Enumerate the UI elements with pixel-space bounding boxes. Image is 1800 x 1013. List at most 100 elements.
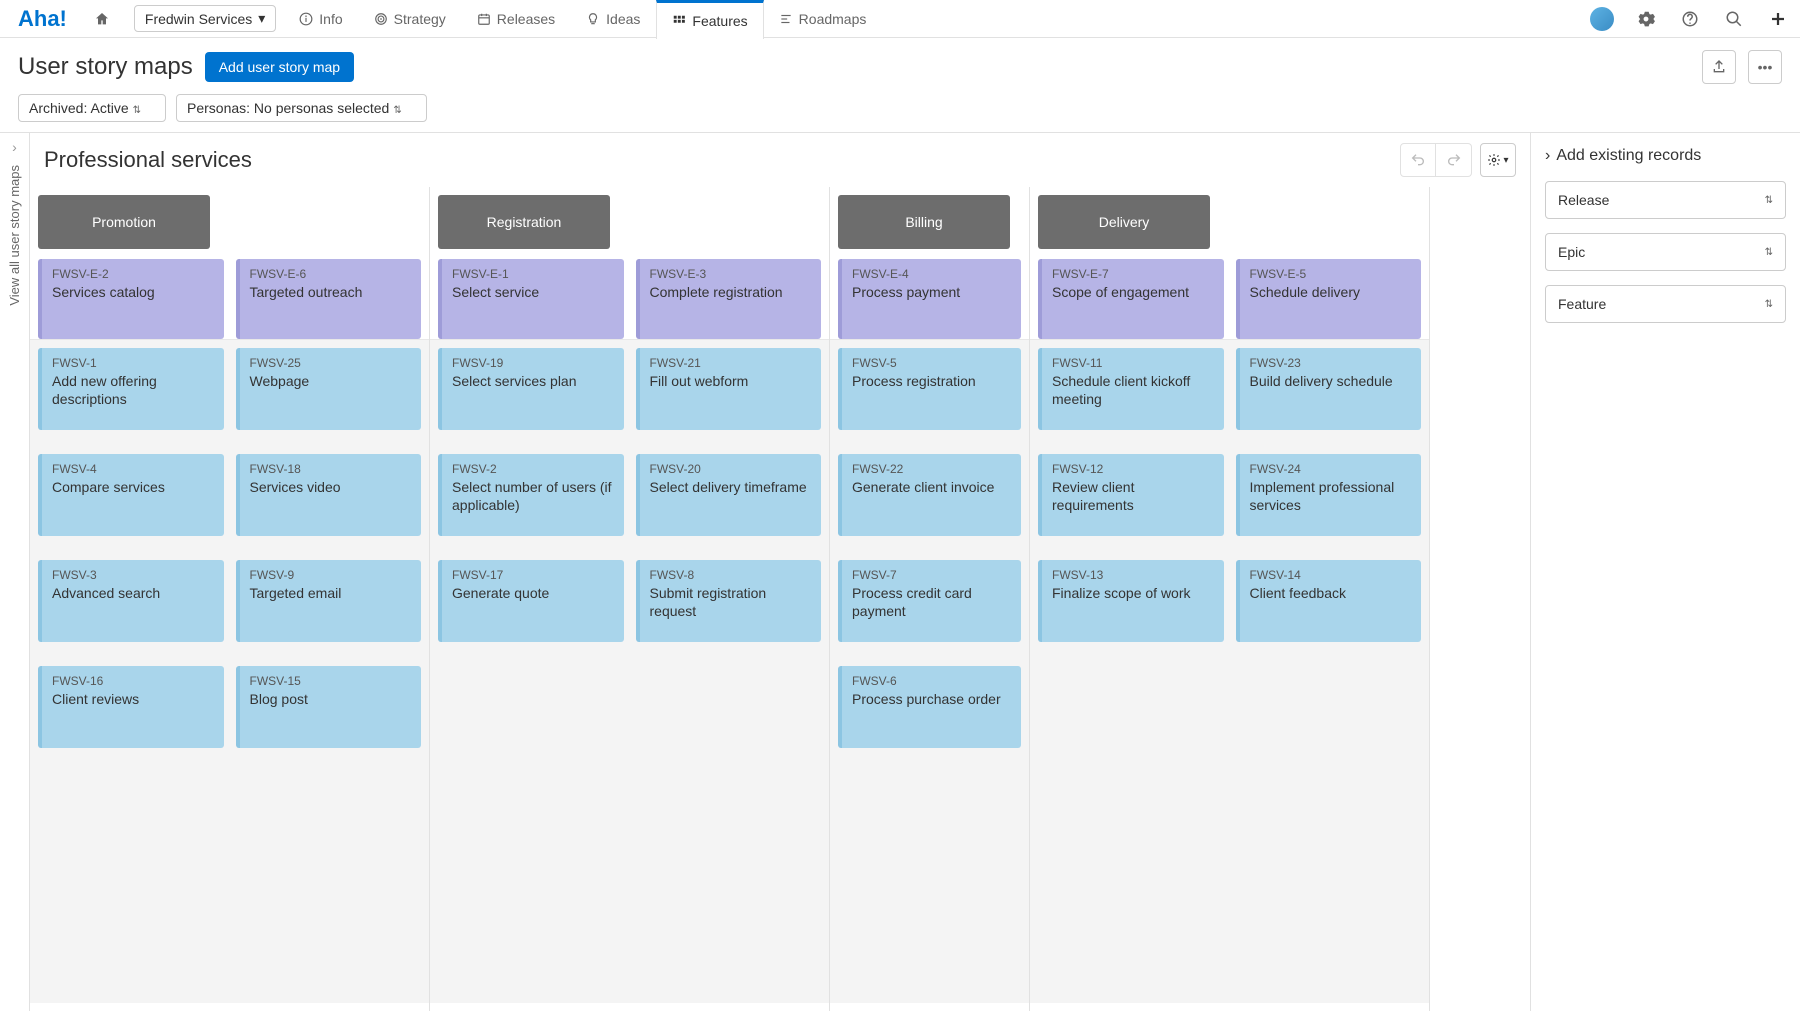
- board-settings-button[interactable]: ▾: [1480, 143, 1516, 177]
- epic-ref: FWSV-E-4: [852, 267, 1011, 281]
- step-card[interactable]: Registration: [438, 195, 610, 249]
- release-select[interactable]: Release ⇅: [1545, 181, 1786, 219]
- feature-ref: FWSV-9: [250, 568, 412, 582]
- feature-card[interactable]: FWSV-22Generate client invoice: [838, 454, 1021, 536]
- epic-title: Services catalog: [52, 283, 214, 301]
- chevron-down-icon: ▾: [1503, 155, 1508, 166]
- feature-card[interactable]: FWSV-11Schedule client kickoff meeting: [1038, 348, 1224, 430]
- rail-label: View all user story maps: [7, 165, 22, 306]
- page-title: User story maps: [18, 53, 193, 81]
- feature-ref: FWSV-20: [650, 462, 812, 476]
- help-button[interactable]: [1668, 0, 1712, 37]
- add-user-story-map-button[interactable]: Add user story map: [205, 52, 354, 82]
- nav-ideas[interactable]: Ideas: [571, 0, 656, 37]
- board-column: Billing FWSV-E-4Process payment FWSV-5Proc…: [830, 187, 1030, 1011]
- epic-select[interactable]: Epic⇅: [1545, 233, 1786, 271]
- feature-card[interactable]: FWSV-23Build delivery schedule: [1236, 348, 1422, 430]
- feature-card[interactable]: FWSV-15 Blog post: [236, 666, 422, 748]
- step-card[interactable]: Promotion: [38, 195, 210, 249]
- epic-ref: FWSV-E-6: [250, 267, 412, 281]
- workspace-label: Fredwin Services: [145, 11, 252, 27]
- step-card[interactable]: Billing: [838, 195, 1010, 249]
- feature-card[interactable]: FWSV-3Advanced search: [38, 560, 224, 642]
- feature-ref: FWSV-14: [1250, 568, 1412, 582]
- filter-archived[interactable]: Archived: Active⇅: [18, 94, 166, 122]
- feature-card[interactable]: FWSV-19Select services plan: [438, 348, 624, 430]
- filter-personas[interactable]: Personas: No personas selected⇅: [176, 94, 427, 122]
- feature-ref: FWSV-19: [452, 356, 614, 370]
- nav-features[interactable]: Features: [656, 0, 763, 39]
- logo[interactable]: Aha!: [0, 6, 79, 32]
- feature-card[interactable]: FWSV-4Compare services: [38, 454, 224, 536]
- feature-card[interactable]: FWSV-12Review client requirements: [1038, 454, 1224, 536]
- chevron-right-icon: ›: [1545, 147, 1550, 165]
- share-button[interactable]: [1702, 50, 1736, 84]
- feature-card[interactable]: FWSV-21Fill out webform: [636, 348, 822, 430]
- nav-roadmaps-label: Roadmaps: [799, 11, 867, 27]
- user-avatar[interactable]: [1580, 0, 1624, 37]
- epic-card[interactable]: FWSV-E-4Process payment: [838, 259, 1021, 339]
- feature-card[interactable]: FWSV-14Client feedback: [1236, 560, 1422, 642]
- sort-icon: ⇅: [1765, 247, 1773, 258]
- feature-title: Select number of users (if applicable): [452, 478, 614, 514]
- nav-strategy-label: Strategy: [394, 11, 446, 27]
- feature-card[interactable]: FWSV-13Finalize scope of work: [1038, 560, 1224, 642]
- feature-card[interactable]: FWSV-20 Select delivery timeframe: [636, 454, 822, 536]
- epic-card[interactable]: FWSV-E-5Schedule delivery: [1236, 259, 1422, 339]
- nav-roadmaps[interactable]: Roadmaps: [764, 0, 883, 37]
- epic-card[interactable]: FWSV-E-3Complete registration: [636, 259, 822, 339]
- bulb-icon: [586, 12, 600, 26]
- undo-button[interactable]: [1400, 143, 1436, 177]
- avatar-icon: [1590, 7, 1614, 31]
- feature-ref: FWSV-1: [52, 356, 214, 370]
- feature-title: Select delivery timeframe: [650, 478, 812, 496]
- feature-ref: FWSV-18: [250, 462, 412, 476]
- feature-select[interactable]: Feature⇅: [1545, 285, 1786, 323]
- feature-card[interactable]: FWSV-16Client reviews: [38, 666, 224, 748]
- left-rail[interactable]: › View all user story maps: [0, 133, 30, 1011]
- epic-ref: FWSV-E-1: [452, 267, 614, 281]
- feature-title: Blog post: [250, 690, 412, 708]
- settings-button[interactable]: [1624, 0, 1668, 37]
- nav-features-label: Features: [692, 13, 747, 29]
- feature-card[interactable]: FWSV-1 Add new offering descriptions: [38, 348, 224, 430]
- feature-card[interactable]: FWSV-6Process purchase order: [838, 666, 1021, 748]
- side-panel-title[interactable]: ›Add existing records: [1545, 147, 1786, 165]
- feature-card[interactable]: FWSV-18Services video: [236, 454, 422, 536]
- feature-card[interactable]: FWSV-25Webpage: [236, 348, 422, 430]
- workspace-selector[interactable]: Fredwin Services ▾: [134, 5, 276, 32]
- feature-title: Submit registration request: [650, 584, 812, 620]
- nav-ideas-label: Ideas: [606, 11, 640, 27]
- more-button[interactable]: •••: [1748, 50, 1782, 84]
- feature-ref: FWSV-6: [852, 674, 1011, 688]
- epic-card[interactable]: FWSV-E-1Select service: [438, 259, 624, 339]
- epic-title: Complete registration: [650, 283, 812, 301]
- feature-title: Fill out webform: [650, 372, 812, 390]
- release-select-label: Release: [1558, 192, 1609, 208]
- search-button[interactable]: [1712, 0, 1756, 37]
- step-card[interactable]: Delivery: [1038, 195, 1210, 249]
- epic-card[interactable]: FWSV-E-7Scope of engagement: [1038, 259, 1224, 339]
- subheader: User story maps Add user story map ••• A…: [0, 38, 1800, 132]
- sort-icon: ⇅: [1765, 195, 1773, 206]
- feature-card[interactable]: FWSV-8Submit registration request: [636, 560, 822, 642]
- epic-card[interactable]: FWSV-E-6Targeted outreach: [236, 259, 422, 339]
- feature-card[interactable]: FWSV-24Implement professional services: [1236, 454, 1422, 536]
- nav-home[interactable]: [79, 0, 126, 37]
- feature-card[interactable]: FWSV-5Process registration: [838, 348, 1021, 430]
- add-button[interactable]: [1756, 0, 1800, 37]
- nav-releases[interactable]: Releases: [462, 0, 571, 37]
- nav-strategy[interactable]: Strategy: [359, 0, 462, 37]
- epic-card[interactable]: FWSV-E-2Services catalog: [38, 259, 224, 339]
- redo-button[interactable]: [1436, 143, 1472, 177]
- feature-card[interactable]: FWSV-2Select number of users (if applica…: [438, 454, 624, 536]
- feature-title: Schedule client kickoff meeting: [1052, 372, 1214, 408]
- board-column: DeliveryFWSV-E-7Scope of engagementFWSV-…: [1030, 187, 1430, 1011]
- nav-info[interactable]: Info: [284, 0, 358, 37]
- feature-title: Add new offering descriptions: [52, 372, 214, 408]
- more-icon: •••: [1758, 59, 1773, 75]
- feature-card[interactable]: FWSV-9Targeted email: [236, 560, 422, 642]
- feature-card[interactable]: FWSV-17Generate quote: [438, 560, 624, 642]
- feature-ref: FWSV-15: [250, 674, 412, 688]
- feature-card[interactable]: FWSV-7Process credit card payment: [838, 560, 1021, 642]
